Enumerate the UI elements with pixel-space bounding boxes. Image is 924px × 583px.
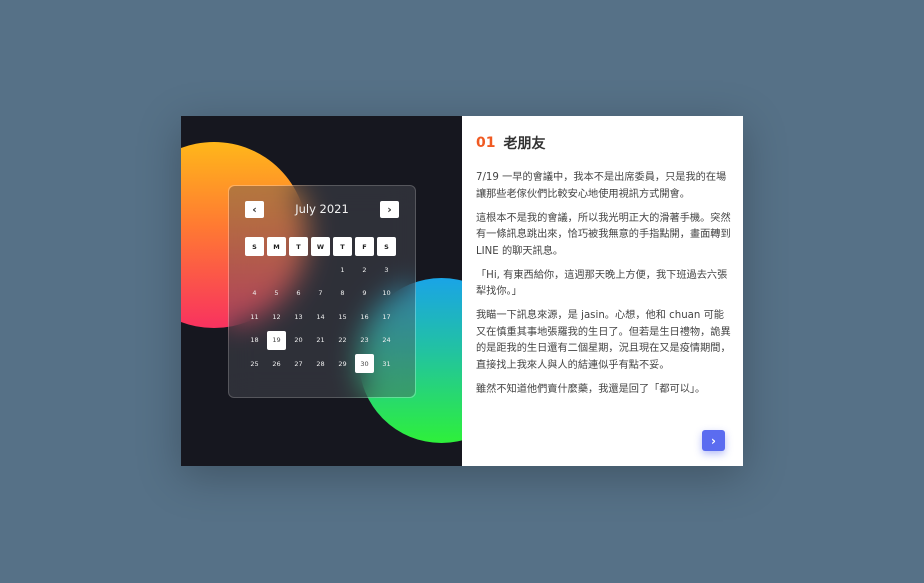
calendar-day[interactable]: 21 [311, 331, 330, 350]
calendar-day[interactable]: 2 [355, 260, 374, 279]
weekday-label: S [245, 237, 264, 256]
chevron-right-icon: › [387, 202, 392, 216]
calendar-day[interactable]: 26 [267, 354, 286, 373]
calendar-day[interactable]: 16 [355, 307, 374, 326]
month-label: July 2021 [295, 202, 349, 216]
chevron-left-icon: ‹ [252, 202, 257, 216]
article-paragraph: 「Hi, 有東西給你，這週那天晚上方便，我下班過去六張犁找你。」 [476, 269, 728, 298]
calendar-days-grid: 1 2 3 4 5 6 7 8 9 10 11 12 13 14 15 16 17 18 19 20 21 22 23 24 2… [245, 260, 396, 373]
calendar-day[interactable]: 11 [245, 307, 264, 326]
article-heading: 01 老朋友 [476, 133, 545, 153]
calendar-day[interactable]: 27 [289, 354, 308, 373]
calendar-day[interactable]: 10 [377, 284, 396, 303]
calendar-header: ‹ July 2021 › [245, 200, 399, 218]
weekday-row: S M T W T F S [245, 237, 396, 256]
calendar-day[interactable]: 30 [355, 354, 374, 373]
weekday-label: W [311, 237, 330, 256]
calendar-day[interactable]: 5 [267, 284, 286, 303]
calendar-day[interactable]: 23 [355, 331, 374, 350]
calendar-day[interactable]: 8 [333, 284, 352, 303]
calendar-day[interactable]: 12 [267, 307, 286, 326]
article-paragraph: 這根本不是我的會議，所以我光明正大的滑著手機。突然有一條訊息跳出來，恰巧被我無意… [476, 212, 731, 257]
calendar-day[interactable]: 25 [245, 354, 264, 373]
calendar-day[interactable]: 1 [333, 260, 352, 279]
article-paragraph: 雖然不知道他們賣什麼藥，我還是回了「都可以」。 [476, 383, 706, 395]
calendar-empty-cell [267, 260, 286, 279]
calendar-day[interactable]: 19 [267, 330, 286, 350]
chevron-right-icon: › [711, 433, 716, 448]
calendar-day[interactable]: 9 [355, 284, 374, 303]
calendar-day[interactable]: 28 [311, 354, 330, 373]
weekday-label: S [377, 237, 396, 256]
calendar-day[interactable]: 3 [377, 260, 396, 279]
calendar-empty-cell [245, 260, 264, 279]
article-title: 老朋友 [503, 136, 546, 152]
calendar-widget: ‹ July 2021 › S M T W T F S 1 2 3 4 5 6 7 8 9 10 1… [228, 185, 416, 398]
calendar-day[interactable]: 24 [377, 331, 396, 350]
calendar-day[interactable]: 29 [333, 354, 352, 373]
prev-month-button[interactable]: ‹ [245, 200, 264, 218]
calendar-day[interactable]: 18 [245, 331, 264, 350]
article-paragraph: 7/19 一早的會議中，我本不是出席委員，只是我的在場讓那些老傢伙們比較安心地使… [476, 172, 727, 200]
calendar-day[interactable]: 13 [289, 307, 308, 326]
calendar-day[interactable]: 6 [289, 284, 308, 303]
calendar-day[interactable]: 20 [289, 331, 308, 350]
weekday-label: T [333, 237, 352, 256]
next-month-button[interactable]: › [379, 200, 399, 218]
calendar-empty-cell [311, 260, 330, 279]
weekday-label: F [355, 237, 374, 256]
calendar-day[interactable]: 7 [311, 284, 330, 303]
calendar-day[interactable]: 4 [245, 284, 264, 303]
article-number: 01 [476, 135, 496, 151]
article-panel: 01 老朋友 7/19 一早的會議中，我本不是出席委員，只是我的在場讓那些老傢伙… [462, 116, 743, 466]
weekday-label: T [289, 237, 308, 256]
calendar-day[interactable]: 14 [311, 307, 330, 326]
calendar-day[interactable]: 17 [377, 307, 396, 326]
article-body: 7/19 一早的會議中，我本不是出席委員，只是我的在場讓那些老傢伙們比較安心地使… [476, 170, 732, 406]
article-paragraph: 我瞄一下訊息來源，是 jasin。心想，他和 chuan 可能又在慎重其事地張羅… [476, 310, 731, 371]
calendar-panel: ‹ July 2021 › S M T W T F S 1 2 3 4 5 6 7 8 9 10 1… [181, 116, 462, 466]
calendar-day[interactable]: 31 [377, 354, 396, 373]
weekday-label: M [267, 237, 286, 256]
next-page-button[interactable]: › [702, 430, 725, 451]
calendar-empty-cell [289, 260, 308, 279]
calendar-day[interactable]: 15 [333, 307, 352, 326]
calendar-day[interactable]: 22 [333, 331, 352, 350]
content-card: ‹ July 2021 › S M T W T F S 1 2 3 4 5 6 7 8 9 10 1… [181, 116, 743, 466]
